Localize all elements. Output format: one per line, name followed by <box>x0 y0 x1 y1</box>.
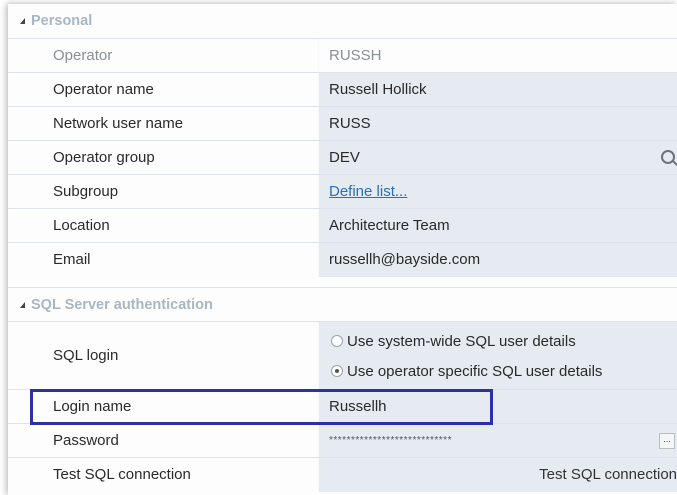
password-ellipsis-button[interactable]: ... <box>659 433 675 449</box>
row-email: Email russellh@bayside.com <box>8 242 677 277</box>
operator-properties-grid: Personal Operator RUSSH Operator name Ru… <box>8 4 677 495</box>
radio-system-wide[interactable]: Use system-wide SQL user details <box>331 330 576 352</box>
section-header-personal[interactable]: Personal <box>8 4 677 38</box>
radio-button-unchecked[interactable] <box>331 335 343 347</box>
email-field[interactable]: russellh@bayside.com <box>318 243 677 277</box>
row-operator-name: Operator name Russell Hollick <box>8 72 677 107</box>
row-test-sql-connection: Test SQL connection Test SQL connection <box>8 457 677 492</box>
row-subgroup: Subgroup Define list... <box>8 174 677 209</box>
email-label: Email <box>53 251 91 268</box>
section-title-personal: Personal <box>31 13 93 29</box>
radio-button-checked[interactable] <box>331 365 343 377</box>
email-value: russellh@bayside.com <box>329 251 481 268</box>
search-icon[interactable] <box>661 150 675 164</box>
network-user-name-field[interactable]: RUSS <box>318 107 677 141</box>
row-password: Password **************************** ..… <box>8 423 677 458</box>
test-sql-connection-cell: Test SQL connection <box>318 458 677 492</box>
network-user-name-label: Network user name <box>53 115 184 132</box>
test-sql-connection-label: Test SQL connection <box>53 466 191 483</box>
subgroup-field: Define list... <box>318 175 677 209</box>
radio-operator-specific[interactable]: Use operator specific SQL user details <box>331 360 602 382</box>
section-title-sql: SQL Server authentication <box>31 297 213 313</box>
operator-name-label: Operator name <box>53 81 154 98</box>
test-sql-connection-button[interactable]: Test SQL connection <box>539 458 677 492</box>
sql-login-label: SQL login <box>53 347 119 364</box>
operator-group-label: Operator group <box>53 149 155 166</box>
define-list-link[interactable]: Define list... <box>329 175 407 209</box>
login-name-value: Russellh <box>329 398 387 415</box>
row-sql-login: SQL login Use system-wide SQL user detai… <box>8 321 677 390</box>
row-location: Location Architecture Team <box>8 208 677 243</box>
radio-operator-specific-label: Use operator specific SQL user details <box>347 362 603 380</box>
operator-group-value: DEV <box>329 149 360 166</box>
section-header-sql[interactable]: SQL Server authentication <box>8 287 677 322</box>
collapse-triangle-icon[interactable] <box>20 18 25 24</box>
row-operator: Operator RUSSH <box>8 38 677 73</box>
subgroup-label: Subgroup <box>53 183 119 200</box>
row-login-name: Login name Russellh <box>8 389 677 424</box>
operator-value: RUSSH <box>329 47 382 64</box>
sql-login-options: Use system-wide SQL user details Use ope… <box>318 322 677 390</box>
radio-system-wide-label: Use system-wide SQL user details <box>347 332 576 350</box>
location-value: Architecture Team <box>329 217 450 234</box>
login-name-label: Login name <box>53 398 132 415</box>
row-network-user-name: Network user name RUSS <box>8 106 677 141</box>
login-name-field[interactable]: Russellh <box>318 390 677 424</box>
network-user-name-value: RUSS <box>329 115 371 132</box>
operator-name-value: Russell Hollick <box>329 81 427 98</box>
operator-label: Operator <box>53 47 113 64</box>
operator-value-cell: RUSSH <box>318 39 677 73</box>
location-label: Location <box>53 217 110 234</box>
password-value: **************************** <box>329 435 452 446</box>
password-field[interactable]: **************************** ... <box>318 424 677 458</box>
row-operator-group: Operator group DEV <box>8 140 677 175</box>
operator-group-field[interactable]: DEV <box>318 141 677 175</box>
collapse-triangle-icon[interactable] <box>20 302 25 308</box>
operator-name-field[interactable]: Russell Hollick <box>318 73 677 107</box>
password-label: Password <box>53 432 119 449</box>
location-field[interactable]: Architecture Team <box>318 209 677 243</box>
